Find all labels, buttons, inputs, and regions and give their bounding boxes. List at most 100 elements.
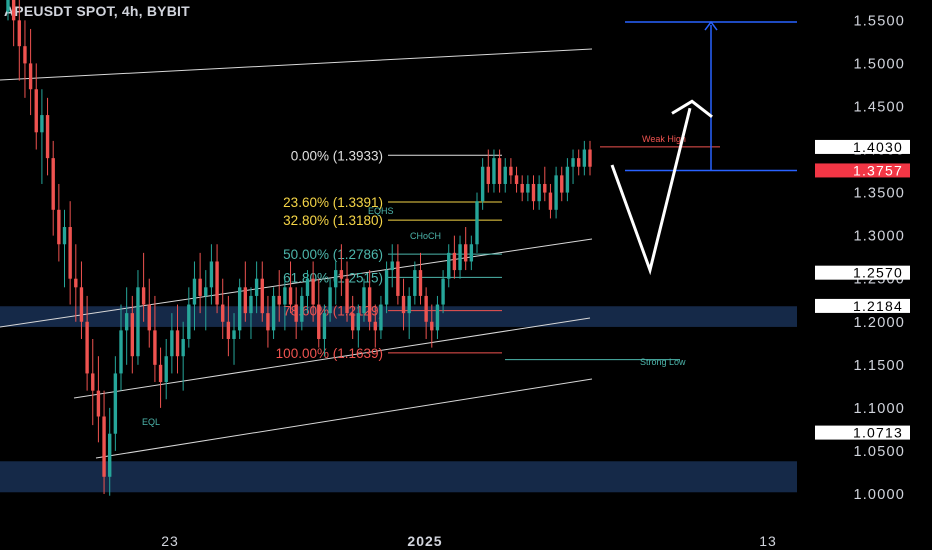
candle-body — [328, 287, 332, 314]
candle-body — [390, 261, 394, 271]
candle-body — [187, 304, 191, 339]
candle-body — [209, 261, 214, 288]
candle-body — [283, 287, 287, 305]
candle-body — [51, 158, 55, 210]
candle-body — [413, 270, 417, 296]
price-tag-label: 1.2570 — [853, 265, 903, 281]
candle-body — [288, 287, 293, 305]
candle-body — [170, 330, 174, 357]
candle-body — [571, 158, 575, 167]
candle-body — [266, 313, 270, 331]
candle-body — [452, 252, 457, 271]
candle-body — [560, 175, 564, 193]
annotation-label: CHoCH — [410, 231, 441, 241]
y-tick-label: 1.3000 — [853, 229, 905, 245]
candle-body — [124, 313, 129, 331]
candle-body — [113, 373, 118, 434]
candle-body — [62, 227, 67, 245]
candle-body — [74, 278, 78, 288]
candle-body — [463, 244, 468, 262]
annotation-label: EQHS — [368, 206, 394, 216]
y-tick-label: 1.0500 — [853, 444, 905, 460]
candle-body — [356, 313, 361, 331]
candle-body — [147, 304, 151, 331]
candle-body — [322, 313, 327, 339]
candle-body — [141, 287, 146, 305]
candle-body — [226, 321, 231, 339]
candle-body — [79, 287, 84, 322]
candle-body — [34, 89, 38, 133]
candle-body — [424, 295, 428, 322]
candle-body — [458, 244, 462, 271]
candle-body — [407, 295, 411, 314]
candle-body — [548, 192, 553, 210]
fib-label: 0.00% (1.3933) — [291, 148, 383, 163]
candle-body — [350, 313, 355, 331]
candle-body — [447, 252, 451, 279]
price-tag-label: 1.3757 — [853, 162, 903, 178]
y-tick-label: 1.1000 — [853, 401, 905, 417]
channel-bottom — [95, 378, 593, 459]
candle-body — [475, 201, 479, 245]
candle-body — [23, 46, 27, 64]
candle-body — [254, 278, 259, 296]
price-tag-label: 1.0713 — [853, 425, 903, 441]
candle-body — [373, 321, 377, 331]
y-tick-label: 1.4500 — [853, 99, 905, 115]
candle-body — [96, 390, 101, 417]
candle-body — [526, 183, 530, 193]
fib-label: 61.80% (1.2515) — [283, 270, 383, 285]
fib-label: 50.00% (1.2786) — [283, 247, 383, 262]
candle-body — [441, 278, 445, 305]
candle-body — [430, 321, 434, 331]
candle-body — [237, 287, 242, 331]
candle-body — [11, 0, 16, 21]
candle-body — [260, 278, 264, 314]
candle-body — [317, 304, 321, 339]
candle-body — [164, 356, 168, 383]
candle-body — [334, 270, 338, 288]
projection-arrow-head — [671, 99, 713, 118]
candle-body — [514, 175, 519, 184]
candle-body — [294, 304, 298, 322]
candle-body — [305, 278, 310, 296]
candle-body — [6, 0, 10, 12]
candle-body — [554, 175, 558, 210]
annotation-label: EQL — [142, 417, 160, 427]
candle-body — [108, 433, 112, 477]
candle-body — [271, 295, 276, 331]
candle-body — [503, 166, 507, 184]
x-tick-label: 2025 — [407, 533, 442, 549]
candle-body — [486, 166, 490, 184]
candle-body — [339, 270, 344, 279]
candle-body — [17, 20, 21, 47]
candle-body — [102, 416, 106, 477]
candle-body — [469, 244, 474, 262]
candle-body — [204, 287, 208, 296]
y-tick-label: 1.3500 — [853, 186, 905, 202]
price-tag-label: 1.4030 — [853, 139, 903, 155]
candle-body — [543, 183, 547, 193]
candle-body — [345, 278, 349, 314]
y-tick-label: 1.5500 — [853, 13, 905, 29]
demand-zone-low — [0, 461, 797, 493]
candle-body — [232, 330, 236, 339]
y-tick-label: 1.2000 — [853, 315, 905, 331]
y-tick-label: 1.1500 — [853, 358, 905, 374]
candle-body — [396, 261, 400, 296]
candle-body — [492, 158, 496, 184]
candlestick-chart[interactable]: 0.00% (1.3933)23.60% (1.3391)32.80% (1.3… — [0, 0, 932, 550]
candle-body — [158, 364, 163, 383]
candle-body — [362, 287, 366, 314]
candle-body — [384, 270, 389, 305]
candle-body — [277, 295, 281, 305]
x-tick-label: 13 — [759, 533, 777, 549]
annotation-label: Weak High — [642, 134, 686, 144]
candle-body — [367, 287, 372, 322]
candle-body — [480, 166, 485, 202]
candle-body — [300, 295, 304, 322]
price-tag-label: 1.2184 — [853, 298, 903, 314]
candle-body — [68, 227, 72, 279]
y-tick-label: 1.0000 — [853, 487, 905, 503]
candle-body — [497, 158, 502, 184]
